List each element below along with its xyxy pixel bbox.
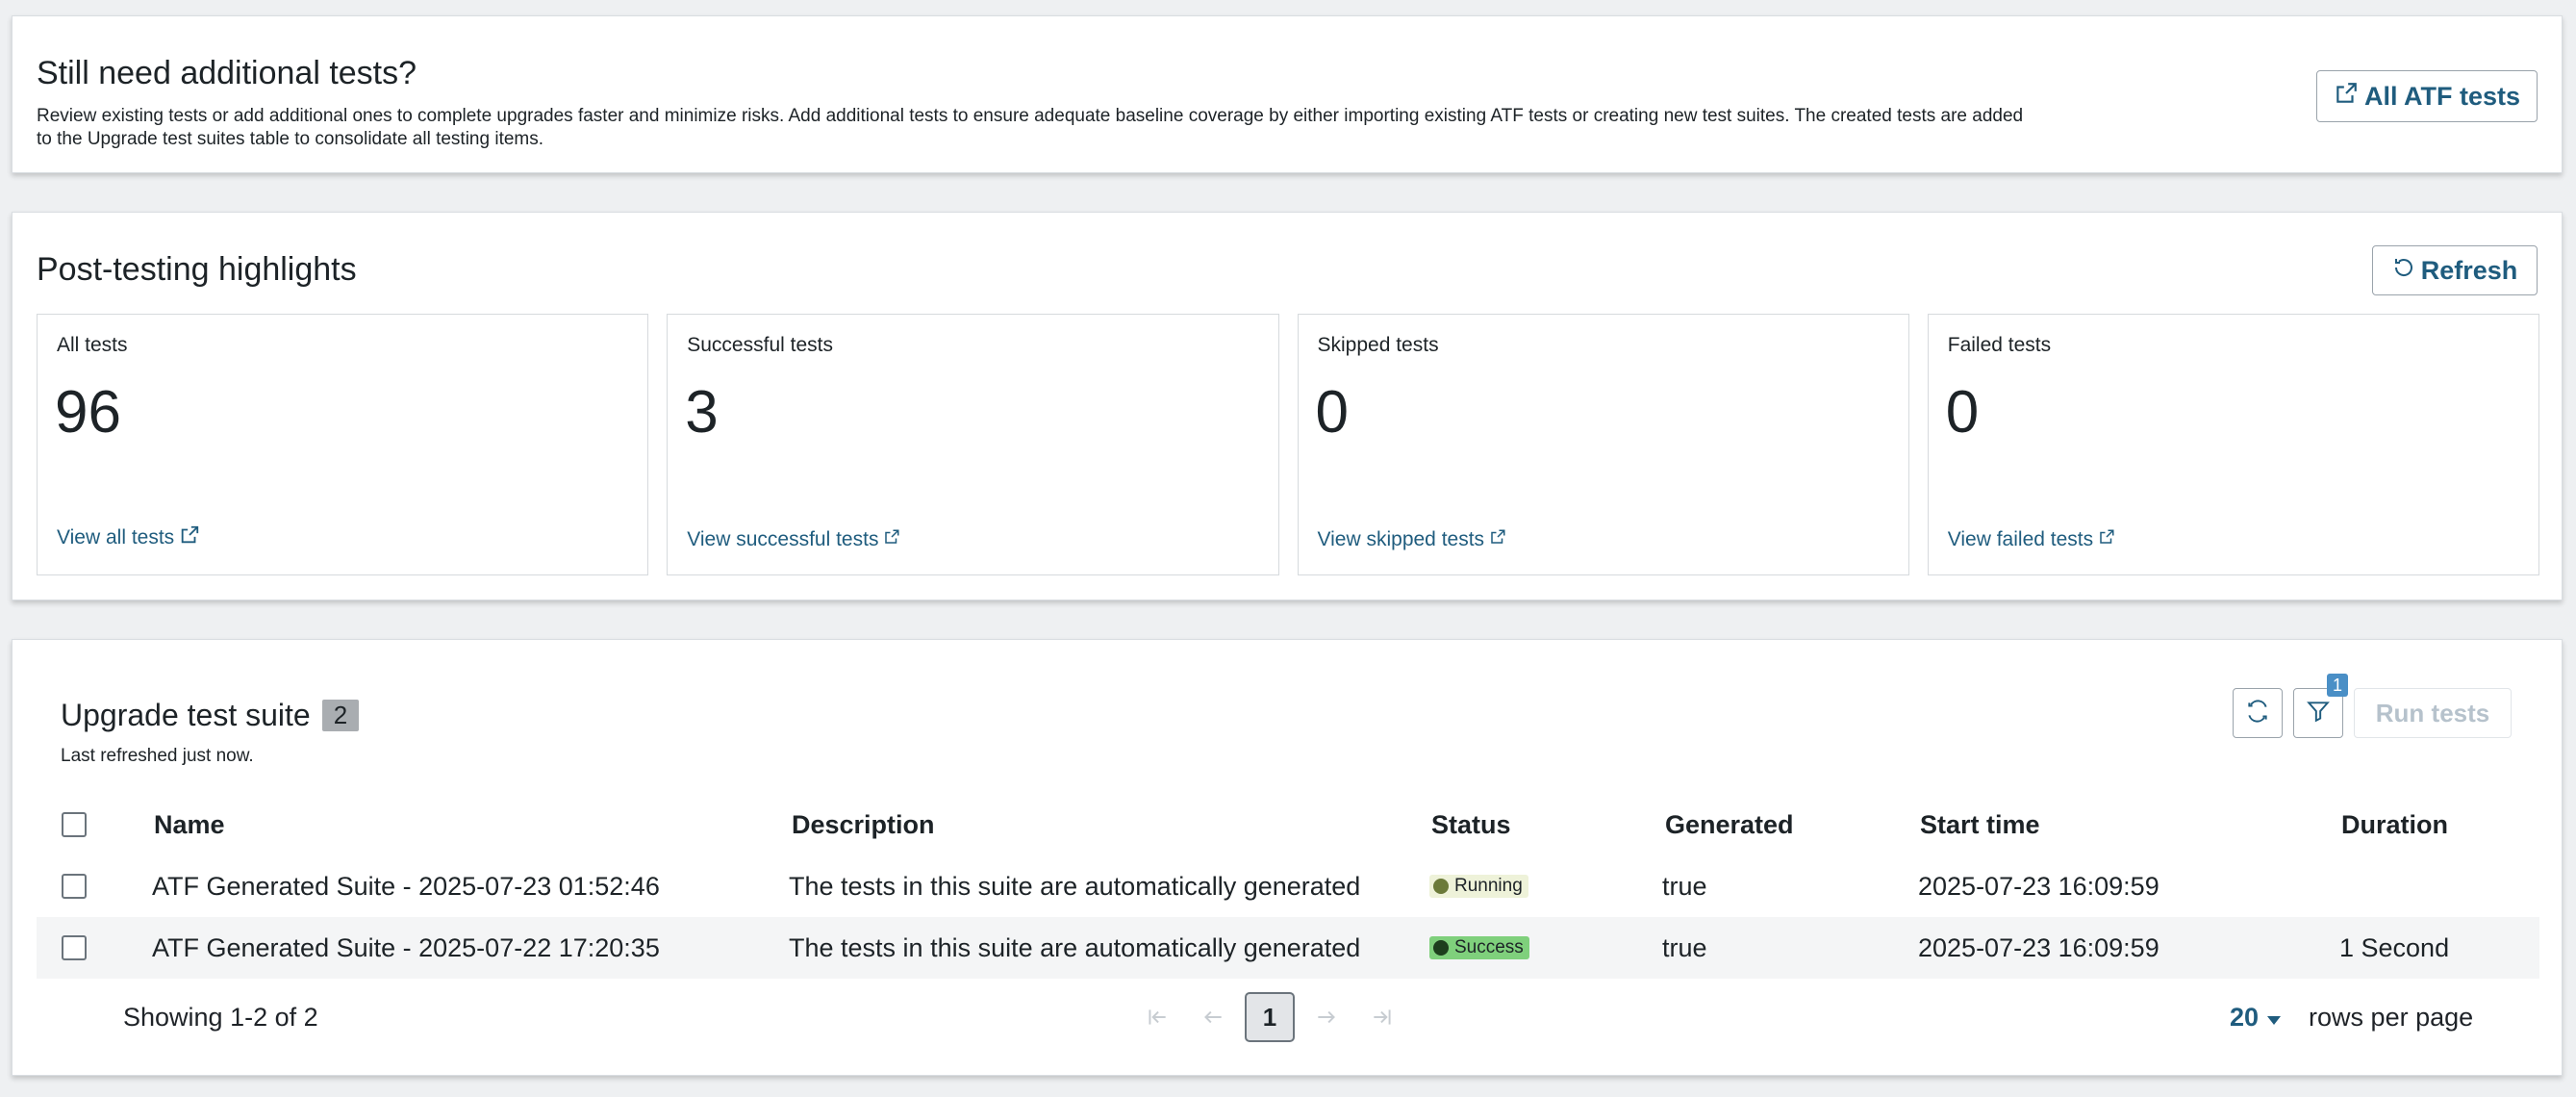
additional-tests-title: Still need additional tests? (37, 55, 417, 91)
refresh-icon (2245, 699, 2270, 728)
status-dot-icon (1433, 940, 1449, 956)
row-status-cell: Running (1429, 855, 1528, 917)
row-generated: true (1662, 871, 1707, 901)
link-label: View successful tests (687, 528, 879, 550)
row-name[interactable]: ATF Generated Suite - 2025-07-22 17:20:3… (152, 917, 660, 979)
filter-count-badge: 1 (2326, 674, 2348, 697)
row-description: The tests in this suite are automaticall… (789, 932, 1361, 962)
row-description: The tests in this suite are automaticall… (789, 871, 1361, 901)
status-dot-icon (1433, 879, 1449, 894)
caret-down-icon (2266, 1003, 2282, 1033)
status-label: Success (1454, 937, 1524, 957)
select-all-checkbox[interactable] (62, 812, 87, 837)
rows-per-page: 20 rows per page (2230, 986, 2473, 1048)
refresh-icon (2392, 256, 2415, 286)
card-failed-tests: Failed tests 0 View failed tests (1927, 314, 2539, 575)
filter-icon (2306, 699, 2331, 728)
last-refreshed-text: Last refreshed just now. (61, 746, 254, 766)
card-skipped-tests: Skipped tests 0 View skipped tests (1297, 314, 1909, 575)
card-value: 0 (1315, 379, 1349, 446)
select-all-cell (62, 794, 87, 855)
view-successful-tests-link[interactable]: View successful tests (687, 528, 900, 551)
view-skipped-tests-link[interactable]: View skipped tests (1318, 528, 1507, 551)
filter-button[interactable]: 1 (2293, 674, 2348, 738)
row-checkbox[interactable] (62, 935, 87, 960)
pager: 1 (1133, 986, 1406, 1048)
suite-table: Name Description Status Generated Start … (37, 794, 2539, 979)
row-status-cell: Success (1429, 917, 1529, 979)
external-link-icon (2334, 81, 2359, 113)
pagination-bar: Showing 1-2 of 2 1 20 rows per page (37, 986, 2539, 1048)
link-label: View failed tests (1947, 528, 2094, 550)
view-all-tests-link[interactable]: View all tests (57, 524, 200, 551)
suite-count-badge: 2 (321, 700, 360, 731)
column-header-status[interactable]: Status (1431, 794, 1511, 855)
last-page-icon[interactable] (1358, 993, 1406, 1041)
row-start-time: 2025-07-23 16:09:59 (1918, 932, 2159, 962)
showing-count: Showing 1-2 of 2 (123, 1002, 318, 1032)
table-header-row: Name Description Status Generated Start … (37, 794, 2539, 855)
card-label: All tests (57, 334, 128, 356)
suite-title: Upgrade test suite (61, 698, 311, 732)
status-label: Running (1454, 876, 1523, 896)
post-testing-highlights-panel: Post-testing highlights Refresh All test… (12, 212, 2563, 600)
additional-tests-panel: Still need additional tests? Review exis… (12, 15, 2563, 173)
link-label: View all tests (57, 526, 175, 548)
row-checkbox[interactable] (62, 874, 87, 899)
column-header-name[interactable]: Name (154, 794, 225, 855)
column-header-start-time[interactable]: Start time (1920, 794, 2040, 855)
row-select-cell (62, 917, 87, 979)
external-link-icon (179, 524, 200, 551)
table-row: ATF Generated Suite - 2025-07-23 01:52:4… (37, 855, 2539, 917)
refresh-button[interactable]: Refresh (2372, 245, 2538, 295)
run-tests-button[interactable]: Run tests (2354, 688, 2512, 738)
card-label: Successful tests (687, 334, 833, 356)
row-name[interactable]: ATF Generated Suite - 2025-07-23 01:52:4… (152, 855, 660, 917)
link-label: View skipped tests (1317, 528, 1485, 550)
current-page-button[interactable]: 1 (1245, 992, 1295, 1042)
row-select-cell (62, 855, 87, 917)
upgrade-test-suite-panel: Upgrade test suite 2 Last refreshed just… (12, 639, 2563, 1076)
card-all-tests: All tests 96 View all tests (37, 314, 649, 575)
rows-per-page-value: 20 (2230, 1002, 2260, 1032)
next-page-icon[interactable] (1302, 993, 1351, 1041)
card-successful-tests: Successful tests 3 View successful tests (667, 314, 1279, 575)
external-link-icon (1489, 528, 1506, 551)
status-badge: Success (1429, 936, 1529, 959)
refresh-label: Refresh (2420, 255, 2518, 285)
table-row: ATF Generated Suite - 2025-07-22 17:20:3… (37, 917, 2539, 979)
view-failed-tests-link[interactable]: View failed tests (1948, 528, 2115, 551)
rows-per-page-select[interactable]: 20 (2230, 1003, 2282, 1033)
row-duration: 1 Second (2339, 932, 2450, 962)
suite-header: Upgrade test suite 2 (61, 698, 360, 733)
row-start-time: 2025-07-23 16:09:59 (1918, 871, 2159, 901)
external-link-icon (883, 528, 900, 551)
card-label: Skipped tests (1317, 334, 1439, 356)
rows-per-page-label: rows per page (2309, 1002, 2474, 1032)
card-value: 3 (685, 379, 719, 446)
additional-tests-description: Review existing tests or add additional … (37, 106, 2024, 149)
external-link-icon (2098, 528, 2115, 551)
all-atf-tests-button[interactable]: All ATF tests (2316, 70, 2538, 122)
previous-page-icon[interactable] (1189, 993, 1237, 1041)
column-header-description[interactable]: Description (792, 794, 935, 855)
highlights-title: Post-testing highlights (37, 251, 357, 288)
card-label: Failed tests (1947, 334, 2052, 356)
card-value: 0 (1945, 379, 1980, 446)
all-atf-tests-label: All ATF tests (2363, 81, 2520, 111)
first-page-icon[interactable] (1133, 993, 1181, 1041)
column-header-generated[interactable]: Generated (1665, 794, 1794, 855)
highlight-cards: All tests 96 View all tests Successful t… (37, 314, 2539, 575)
row-generated: true (1662, 932, 1707, 962)
column-header-duration[interactable]: Duration (2341, 794, 2448, 855)
list-refresh-button[interactable] (2233, 688, 2283, 738)
card-value: 96 (55, 379, 121, 446)
status-badge: Running (1429, 875, 1528, 898)
